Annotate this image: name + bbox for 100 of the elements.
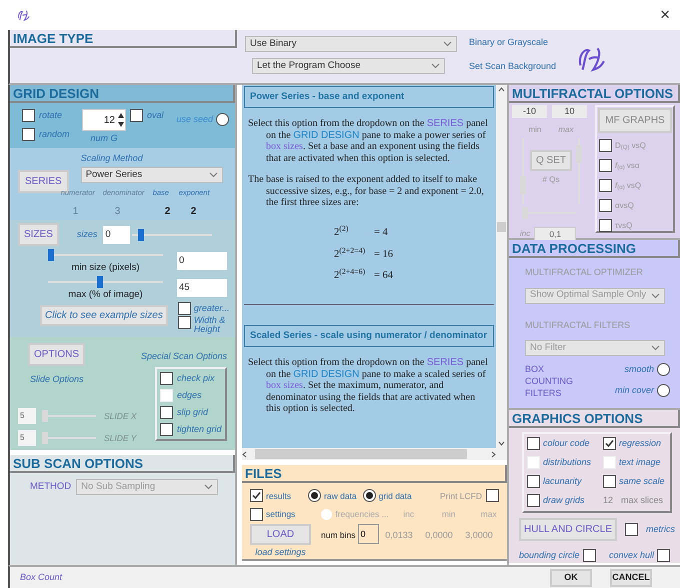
button[interactable]: OPTIONS (28, 343, 86, 366)
button[interactable]: Q SET (530, 150, 572, 171)
help-link[interactable]: GRID DESIGN (293, 130, 360, 141)
option-label: results (266, 490, 292, 502)
option-label: check pix (177, 374, 215, 383)
dropdown[interactable]: Use Binary (245, 36, 457, 52)
field-label: max (558, 124, 574, 136)
input-field[interactable]: 10 (552, 105, 587, 118)
dropdown[interactable]: No Filter (525, 340, 665, 356)
formula-power: 2$^{(2)}$ (334, 224, 350, 240)
stat-label: inc (402, 508, 416, 521)
field-label: # Qs (542, 174, 560, 186)
option-label: settings (266, 508, 296, 521)
stat-value: 0,0000 (424, 528, 454, 542)
spinner-label: num G (90, 134, 118, 143)
stat-label: max (480, 508, 498, 521)
field-label: Set Scan Background (469, 60, 556, 73)
option-label: use seed (176, 115, 213, 124)
option-label: lacunarity (543, 477, 582, 486)
dropdown[interactable]: Let the Program Choose (252, 58, 445, 74)
option-label: τvsQ (615, 220, 632, 232)
option-label: distributions (543, 458, 592, 467)
section-header: GRAPHICS OPTIONS (509, 410, 680, 428)
section-title: Scaled Series - scale using numerator / denominator (244, 325, 494, 348)
field-label: num bins (321, 528, 356, 542)
help-link[interactable]: SERIES (426, 118, 464, 130)
option-label: raw data (324, 490, 357, 502)
dropdown[interactable]: No Sub Sampling (76, 479, 218, 495)
option-label: greater... (194, 304, 230, 312)
stat-value: 0,0133 (384, 528, 414, 542)
section-header: IMAGE TYPE (10, 30, 237, 48)
option-label: metrics (646, 524, 675, 534)
section-header: DATA PROCESSING (509, 240, 680, 258)
dialog-button[interactable]: CANCEL (610, 568, 652, 586)
button[interactable]: MF GRAPHS (598, 108, 672, 133)
input-field[interactable]: 0 (103, 226, 130, 244)
field-label: sizes (76, 230, 98, 239)
help-link[interactable]: box sizes (266, 380, 303, 392)
option-label: f$_{(α)}$ vsα (615, 160, 640, 172)
dropdown[interactable]: Power Series (80, 167, 223, 183)
field-label: MULTIFRACTAL FILTERS (525, 318, 632, 332)
option-label: tighten grid (177, 425, 222, 434)
stat-value: 3,0000 (464, 528, 494, 542)
button[interactable]: SIZES (18, 223, 59, 246)
help-paragraph: Select this option from the dropdown on the SERIES panel on the GRID DESIGN pane to make a scaled series of box sizes. Set the maximum, numerator, and denominator using the fields that are activated when this option is selected. (247, 357, 489, 415)
help-paragraph: Select this option from the dropdown on the SERIES panel on the GRID DESIGN pane to make a power series of box sizes. Set a base and an exponent using the fields that are activated when this option is selected. (247, 118, 489, 164)
button[interactable]: HULL AND CIRCLE (519, 518, 617, 540)
option-label: Print LCFD (440, 490, 482, 502)
slider-label: SLIDE X (104, 410, 137, 422)
formula-result: = 64 (374, 269, 394, 284)
button[interactable]: Click to see example sizes (40, 304, 168, 326)
option-label: regression (619, 439, 662, 448)
field-label: Scaling Method (80, 154, 144, 163)
input-field[interactable]: 0 (358, 524, 379, 544)
option-label: max slices (621, 494, 664, 507)
option-label: slip grid (177, 408, 208, 417)
field-label: METHOD (30, 480, 72, 494)
input-field[interactable]: 5 (18, 408, 36, 424)
input-field[interactable]: -10 (512, 105, 547, 118)
option-label: bounding circle (519, 550, 580, 560)
input-field[interactable]: 0,1 (534, 227, 576, 241)
section-header: MULTIFRACTAL OPTIONS (509, 85, 680, 103)
option-label: oval (147, 111, 164, 120)
formula-result: = 16 (374, 248, 394, 262)
help-paragraph: The base is raised to the exponent added to itself to make successive sizes, e.g., for base = 2 and exponent = 2.0, the first three sizes are: (247, 174, 485, 209)
section-title: Power Series - base and exponent (244, 86, 494, 108)
field-label: inc (520, 228, 530, 240)
input-field[interactable]: 45 (177, 279, 227, 298)
option-label: min cover (614, 386, 654, 395)
param-value: 3 (114, 205, 122, 220)
close-button[interactable]: × (660, 2, 670, 28)
slider-label: max (% of image) (68, 288, 143, 302)
formula-power: 2$^{(2+4=6)}$ (334, 268, 366, 284)
option-label: grid data (378, 490, 412, 502)
param-value: 2 (164, 205, 172, 220)
param-value: 2 (190, 205, 198, 220)
dialog-button[interactable]: OK (550, 568, 592, 586)
formula-result: = 4 (374, 226, 388, 240)
slider-label: SLIDE Y (104, 432, 136, 444)
number-spinner[interactable]: 12 (82, 109, 126, 131)
number-value: 12 (603, 494, 614, 507)
help-link[interactable]: GRID DESIGN (293, 368, 360, 380)
help-link[interactable]: SERIES (426, 357, 464, 368)
button[interactable]: LOAD (250, 524, 311, 545)
help-link[interactable]: box sizes (266, 141, 303, 152)
param-value: 1 (72, 205, 80, 220)
option-label: random (39, 130, 70, 139)
field-label: Special Scan Options (140, 352, 227, 361)
option-label: frequencies ... (335, 508, 389, 521)
field-label: MULTIFRACTAL OPTIMIZER (525, 266, 644, 279)
input-field[interactable]: 5 (18, 430, 36, 446)
option-label: smooth (624, 365, 654, 374)
section-header: SUB SCAN OPTIONS (10, 455, 235, 473)
option-label: text image (619, 458, 661, 467)
option-label: convex hull (608, 550, 654, 560)
option-label: same scale (619, 477, 665, 486)
input-field[interactable]: 0 (177, 252, 227, 270)
dropdown[interactable]: Show Optimal Sample Only (525, 288, 665, 304)
section-header: FILES (242, 465, 507, 483)
option-label: draw grids (543, 496, 585, 506)
